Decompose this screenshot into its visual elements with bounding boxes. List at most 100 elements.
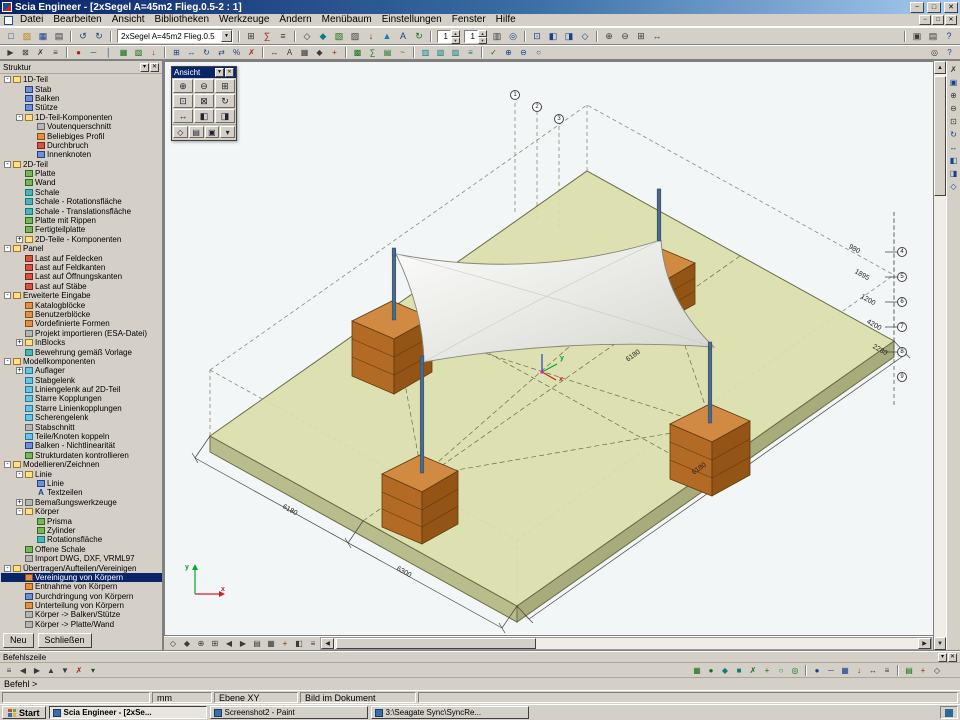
horizontal-scrollbar[interactable]: ◀ ▶	[320, 637, 932, 650]
rotate-icon[interactable]: ↻	[199, 47, 214, 59]
results-icon[interactable]: ∑	[259, 29, 275, 43]
tree-item-k-rper[interactable]: -Körper	[1, 507, 162, 516]
tree-item-import-dwg-dxf-vrml97[interactable]: Import DWG, DXF, VRML97	[1, 554, 162, 563]
tree-item-linie[interactable]: Linie	[1, 479, 162, 488]
panel-pin-icon[interactable]: ▾	[140, 63, 149, 72]
filter-loads-icon[interactable]: ↓	[852, 664, 866, 676]
vertical-scroll-track[interactable]	[934, 196, 946, 637]
palette-close-icon[interactable]: ✕	[225, 68, 234, 77]
expander-icon[interactable]: -	[4, 245, 11, 252]
vp-perspective-icon[interactable]: ◧	[292, 638, 306, 650]
ucs-manager-icon[interactable]: +	[916, 664, 930, 676]
delete-icon[interactable]: ✗	[244, 47, 259, 59]
spin-down-icon[interactable]: ▼	[451, 37, 460, 44]
horizontal-scroll-thumb[interactable]	[336, 638, 536, 649]
mdi-document-icon[interactable]	[4, 16, 13, 25]
tree-item-offene-schale[interactable]: Offene Schale	[1, 545, 162, 554]
deselect-all-icon[interactable]: ✗	[33, 47, 48, 59]
dock-pan-icon[interactable]: ↔	[948, 141, 960, 153]
tree-item-schale-translationsfl-che[interactable]: Schale - Translationsfläche	[1, 206, 162, 215]
copy-icon[interactable]: ⊞	[169, 47, 184, 59]
tree-item-starre-linienkopplungen[interactable]: Starre Linienkopplungen	[1, 404, 162, 413]
undo-icon[interactable]: ↺	[75, 29, 91, 43]
vp-shaded-icon[interactable]: ◆	[180, 638, 194, 650]
tree-item-bewehrung-gem-vorlage[interactable]: Bewehrung gemäß Vorlage	[1, 347, 162, 356]
scroll-right-icon[interactable]: ▶	[918, 638, 931, 649]
dock-zoom-in-icon[interactable]: ⊕	[948, 89, 960, 101]
scroll-up-icon[interactable]: ▲	[934, 61, 946, 74]
save-project-icon[interactable]: ▦	[35, 29, 51, 43]
view-axonometric-icon[interactable]: ◇	[577, 29, 593, 43]
expander-icon[interactable]: +	[16, 236, 23, 243]
filter-plates-icon[interactable]: ▦	[838, 664, 852, 676]
print-view-icon[interactable]: ▤	[189, 126, 204, 138]
tree-item-last-auf-feldecken[interactable]: Last auf Feldecken	[1, 253, 162, 262]
activity-filter-icon[interactable]: ◎	[505, 29, 521, 43]
expander-icon[interactable]: -	[4, 161, 11, 168]
tree-item-wand[interactable]: Wand	[1, 178, 162, 187]
dock-view-x-icon[interactable]: ◧	[948, 154, 960, 166]
tree-item-balken-nichtlinearit-t[interactable]: Balken - Nichtlinearität	[1, 441, 162, 450]
zoom-in-icon[interactable]: ⊕	[601, 29, 617, 43]
start-button[interactable]: Start	[2, 706, 46, 719]
rotate-view-icon[interactable]: ↻	[215, 94, 235, 108]
vp-layers-icon[interactable]: ▤	[250, 638, 264, 650]
title-bar[interactable]: Scia Engineer - [2xSegel A=45m2 Flieg.0.…	[0, 0, 960, 14]
tree-item-durchdringung-von-k-rpern[interactable]: Durchdringung von Körpern	[1, 591, 162, 600]
snap-endpoint-icon[interactable]: ■	[732, 664, 746, 676]
tree-item-2d-teil[interactable]: -2D-Teil	[1, 160, 162, 169]
expander-icon[interactable]: -	[4, 565, 11, 572]
column-icon[interactable]: │	[101, 47, 116, 59]
new-window-icon[interactable]: ▣	[909, 29, 925, 43]
cmd-prev-icon[interactable]: ◀	[16, 664, 30, 676]
scroll-left-icon[interactable]: ◀	[321, 638, 334, 649]
tree-item-durchbruch[interactable]: Durchbruch	[1, 141, 162, 150]
results-display-icon[interactable]: ▤	[380, 47, 395, 59]
mdi-minimize-icon[interactable]: −	[919, 15, 931, 25]
dock-close-icon[interactable]: ✗	[948, 63, 960, 75]
cmd-next-icon[interactable]: ▶	[30, 664, 44, 676]
tree-item-st-tze[interactable]: Stütze	[1, 103, 162, 112]
close-icon[interactable]: ✕	[944, 2, 958, 13]
document-icon[interactable]: ▥	[418, 47, 433, 59]
calculate-icon[interactable]: ∑	[365, 47, 380, 59]
horizontal-scroll-track[interactable]	[536, 638, 918, 649]
zoom-out-icon[interactable]: ⊖	[617, 29, 633, 43]
show-loads-icon[interactable]: ↓	[363, 29, 379, 43]
cmd-history-icon[interactable]: ≡	[2, 664, 16, 676]
cmd-options-icon[interactable]: ▾	[86, 664, 100, 676]
vp-settings-icon[interactable]: ≡	[306, 638, 320, 650]
tree-item-beliebiges-profil[interactable]: Beliebiges Profil	[1, 131, 162, 140]
spin-up-icon[interactable]: ▲	[451, 30, 460, 37]
view-settings-icon[interactable]: ▾	[220, 126, 235, 138]
tree-item-inblocks[interactable]: +InBlocks	[1, 338, 162, 347]
mdi-close-icon[interactable]: ✕	[945, 15, 957, 25]
tree-item-benutzerbl-cke[interactable]: Benutzerblöcke	[1, 310, 162, 319]
dimension-line-icon[interactable]: ↔	[267, 47, 282, 59]
select-box-icon[interactable]: ⊠	[18, 47, 33, 59]
view-side-icon[interactable]: ◨	[561, 29, 577, 43]
mesh-icon[interactable]: ▩	[350, 47, 365, 59]
layer-manager-icon[interactable]: ▤	[902, 664, 916, 676]
view-level-spinner[interactable]: 1▲▼	[464, 30, 487, 43]
snap-grid-icon[interactable]: ▦	[690, 664, 704, 676]
menu-item-einstellungen[interactable]: Einstellungen	[377, 14, 447, 26]
dock-view-y-icon[interactable]: ◨	[948, 167, 960, 179]
expander-icon[interactable]: -	[4, 76, 11, 83]
scroll-down-icon[interactable]: ▼	[934, 637, 946, 650]
drawing-canvas[interactable]	[165, 62, 930, 636]
preview-icon[interactable]: ▨	[448, 47, 463, 59]
maximize-icon[interactable]: □	[927, 2, 941, 13]
cmd-clear-icon[interactable]: ✗	[72, 664, 86, 676]
tree-item-unterteilung-von-k-rpern[interactable]: Unterteilung von Körpern	[1, 601, 162, 610]
expander-icon[interactable]: -	[16, 114, 23, 121]
vp-zoom-window-icon[interactable]: ⊞	[208, 638, 222, 650]
view-top-icon[interactable]: ◨	[215, 109, 235, 123]
view-top-icon[interactable]: ⊡	[529, 29, 545, 43]
tree-item-last-auf-feldkanten[interactable]: Last auf Feldkanten	[1, 263, 162, 272]
menu-item-werkzeuge[interactable]: Werkzeuge	[214, 14, 274, 26]
snap-perpendicular-icon[interactable]: +	[760, 664, 774, 676]
mirror-icon[interactable]: ⇄	[214, 47, 229, 59]
tree-item-platte[interactable]: Platte	[1, 169, 162, 178]
tree-item-modellkomponenten[interactable]: -Modellkomponenten	[1, 357, 162, 366]
